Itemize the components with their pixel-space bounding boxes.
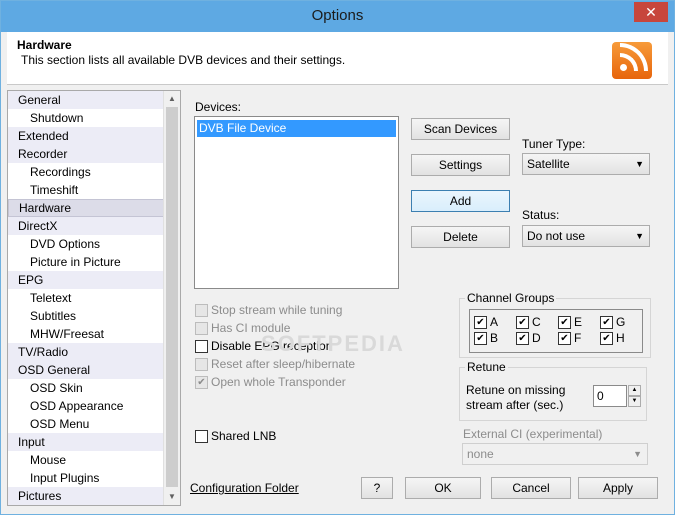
channel-group-b-checkbox[interactable]: B	[474, 330, 498, 346]
nav-item-shutdown[interactable]: Shutdown	[8, 109, 164, 127]
open-transponder-checkbox[interactable]: Open whole Transponder	[195, 374, 346, 390]
devices-label: Devices:	[195, 100, 242, 114]
reset-after-sleep-checkbox[interactable]: Reset after sleep/hibernate	[195, 356, 355, 372]
retune-line1-label: Retune on missing	[466, 383, 566, 397]
close-button[interactable]: ✕	[634, 2, 668, 22]
delete-button[interactable]: Delete	[411, 226, 510, 248]
nav-item-mouse[interactable]: Mouse	[8, 451, 164, 469]
chevron-down-icon: ▼	[635, 159, 644, 169]
section-description: This section lists all available DVB dev…	[21, 53, 346, 67]
tuner-type-select[interactable]: Satellite ▼	[522, 153, 650, 175]
chevron-down-icon: ▼	[635, 231, 644, 241]
options-window: Options ✕ Hardware This section lists al…	[0, 0, 675, 515]
tuner-type-value: Satellite	[527, 157, 570, 171]
chevron-down-icon: ▼	[633, 449, 642, 459]
nav-item-input[interactable]: Input	[8, 433, 164, 451]
nav-item-pictures[interactable]: Pictures	[8, 487, 164, 505]
nav-item-osd-menu[interactable]: OSD Menu	[8, 415, 164, 433]
external-ci-label: External CI (experimental)	[463, 427, 603, 441]
checkbox-box	[195, 357, 208, 371]
options-nav-tree[interactable]: General Shutdown Extended Recorder Recor…	[7, 90, 181, 506]
help-button[interactable]: ?	[361, 477, 393, 499]
scan-devices-button[interactable]: Scan Devices	[411, 118, 510, 140]
checkbox-box	[195, 321, 208, 335]
checkbox-box	[195, 429, 208, 443]
channel-group-g-checkbox[interactable]: G	[600, 314, 625, 330]
channel-groups-grid: A C E G B D F H	[469, 309, 643, 353]
nav-item-input-plugins[interactable]: Input Plugins	[8, 469, 164, 487]
nav-item-picture-in-picture[interactable]: Picture in Picture	[8, 253, 164, 271]
section-title: Hardware	[17, 38, 72, 52]
nav-item-dvd-options[interactable]: DVD Options	[8, 235, 164, 253]
nav-item-recorder[interactable]: Recorder	[8, 145, 164, 163]
retune-line2-label: stream after (sec.)	[466, 398, 564, 412]
channel-group-c-checkbox[interactable]: C	[516, 314, 541, 330]
nav-item-hardware[interactable]: Hardware	[8, 199, 164, 217]
retune-seconds-input[interactable]: 0	[593, 385, 627, 407]
window-title: Options	[311, 7, 364, 24]
watermark: SOFTPEDIA	[261, 331, 405, 356]
nav-item-general[interactable]: General	[8, 91, 164, 109]
nav-item-teletext[interactable]: Teletext	[8, 289, 164, 307]
channel-group-h-checkbox[interactable]: H	[600, 330, 625, 346]
reset-after-sleep-label: Reset after sleep/hibernate	[211, 357, 356, 371]
retune-seconds-stepper[interactable]: 0 ▲ ▼	[593, 385, 641, 407]
channel-group-f-checkbox[interactable]: F	[558, 330, 581, 346]
scroll-down-icon[interactable]: ▼	[164, 489, 180, 505]
tuner-type-label: Tuner Type:	[522, 137, 586, 151]
apply-button[interactable]: Apply	[578, 477, 658, 499]
nav-item-tv-radio[interactable]: TV/Radio	[8, 343, 164, 361]
add-button[interactable]: Add	[411, 190, 510, 212]
checkbox-box	[195, 303, 208, 317]
shared-lnb-label: Shared LNB	[211, 429, 277, 443]
title-bar: Options ✕	[1, 1, 674, 32]
nav-item-recordings[interactable]: Recordings	[8, 163, 164, 181]
devices-list[interactable]: DVB File Device	[194, 116, 399, 289]
nav-item-osd-general[interactable]: OSD General	[8, 361, 164, 379]
nav-scrollbar[interactable]: ▲ ▼	[163, 91, 180, 505]
checkbox-box	[195, 375, 208, 389]
settings-button[interactable]: Settings	[411, 154, 510, 176]
nav-item-epg[interactable]: EPG	[8, 271, 164, 289]
cancel-button[interactable]: Cancel	[491, 477, 571, 499]
stop-stream-checkbox[interactable]: Stop stream while tuning	[195, 302, 342, 318]
section-header: Hardware This section lists all availabl…	[7, 32, 668, 85]
scroll-up-icon[interactable]: ▲	[164, 91, 180, 107]
channel-groups-label: Channel Groups	[465, 291, 557, 305]
retune-label: Retune	[465, 360, 508, 374]
open-transponder-label: Open whole Transponder	[211, 375, 346, 389]
stop-stream-label: Stop stream while tuning	[211, 303, 343, 317]
configuration-folder-link[interactable]: Configuration Folder	[190, 481, 299, 495]
device-item[interactable]: DVB File Device	[197, 120, 396, 137]
checkbox-box	[195, 339, 208, 353]
shared-lnb-checkbox[interactable]: Shared LNB	[195, 428, 276, 444]
nav-item-osd-appearance[interactable]: OSD Appearance	[8, 397, 164, 415]
status-value: Do not use	[527, 229, 586, 243]
status-label: Status:	[522, 208, 560, 222]
rss-icon	[612, 42, 652, 79]
nav-item-subtitles[interactable]: Subtitles	[8, 307, 164, 325]
scroll-thumb[interactable]	[166, 107, 178, 487]
nav-item-osd-skin[interactable]: OSD Skin	[8, 379, 164, 397]
spin-up-icon[interactable]: ▲	[628, 385, 641, 396]
channel-group-d-checkbox[interactable]: D	[516, 330, 541, 346]
nav-item-extended[interactable]: Extended	[8, 127, 164, 145]
spin-down-icon[interactable]: ▼	[628, 396, 641, 407]
ok-button[interactable]: OK	[405, 477, 481, 499]
nav-item-mhw-freesat[interactable]: MHW/Freesat	[8, 325, 164, 343]
channel-group-a-checkbox[interactable]: A	[474, 314, 498, 330]
external-ci-value: none	[467, 447, 494, 461]
external-ci-select[interactable]: none ▼	[462, 443, 648, 465]
status-select[interactable]: Do not use ▼	[522, 225, 650, 247]
channel-group-e-checkbox[interactable]: E	[558, 314, 582, 330]
nav-item-directx[interactable]: DirectX	[8, 217, 164, 235]
nav-item-timeshift[interactable]: Timeshift	[8, 181, 164, 199]
